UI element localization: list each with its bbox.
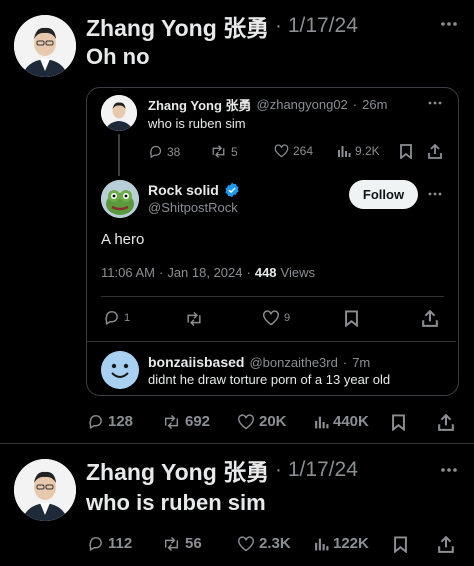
bookmark-icon[interactable] (343, 309, 359, 327)
reply-icon (103, 309, 120, 326)
more-options-icon[interactable] (438, 460, 460, 480)
like-count: 264 (293, 144, 314, 158)
reply-button[interactable]: 128 (87, 413, 133, 430)
reply-count: 38 (167, 144, 181, 159)
reply-count: 112 (108, 535, 133, 552)
heart-icon (237, 413, 255, 430)
post-date[interactable]: 1/17/24 (288, 14, 358, 38)
share-icon[interactable] (437, 535, 455, 553)
post-text: didnt he draw torture porn of a 13 year … (148, 372, 391, 387)
reply-button[interactable]: 38 (148, 144, 180, 159)
repost-icon (210, 144, 227, 159)
views-button[interactable]: 122K (314, 535, 369, 552)
author-name[interactable]: Zhang Yong 张勇 (86, 9, 269, 43)
views-button[interactable]: 9.2K (337, 144, 380, 158)
separator-dot: · (158, 265, 164, 280)
post-time[interactable]: 11:06 AM (101, 265, 155, 280)
avatar[interactable] (101, 95, 137, 131)
like-count: 2.3K (259, 535, 291, 552)
avatar[interactable] (14, 459, 76, 521)
post-text: who is ruben sim (86, 490, 266, 515)
author-handle[interactable]: @bonzaithe3rd (249, 355, 337, 370)
separator-dot: · (352, 96, 358, 112)
reply-icon (148, 144, 163, 159)
views-count: 440K (333, 413, 369, 430)
author-handle[interactable]: @zhangyong02 (257, 97, 348, 112)
heart-icon (237, 535, 255, 552)
separator-dot: · (342, 354, 348, 370)
reply-button[interactable]: 112 (87, 535, 132, 552)
post-time[interactable]: 26m (362, 97, 387, 112)
divider (101, 296, 444, 297)
follow-button[interactable]: Follow (349, 180, 418, 209)
views-bar-icon (337, 144, 351, 158)
share-icon[interactable] (427, 143, 443, 159)
views-count: 9.2K (355, 144, 380, 158)
author-name[interactable]: bonzaiisbased (148, 354, 244, 370)
like-button[interactable]: 9 (262, 310, 290, 326)
bookmark-icon[interactable] (392, 535, 408, 553)
separator-dot: · (246, 265, 251, 280)
like-count: 20K (259, 413, 287, 430)
bookmark-icon[interactable] (398, 143, 414, 159)
author-handle[interactable]: @ShitpostRock (148, 200, 238, 215)
post-text: who is ruben sim (148, 116, 246, 131)
reply-count: 128 (108, 413, 134, 430)
share-icon[interactable] (421, 309, 439, 327)
post-divider (0, 443, 474, 444)
repost-icon[interactable] (183, 310, 205, 327)
verified-badge-icon (224, 182, 240, 198)
views-bar-icon (314, 536, 329, 552)
repost-count: 56 (185, 535, 202, 552)
post-date[interactable]: 1/17/24 (288, 458, 358, 482)
views-count: 122K (333, 535, 369, 552)
repost-button[interactable]: 5 (210, 144, 238, 159)
post-text: A hero (101, 231, 145, 248)
repost-button[interactable]: 692 (162, 413, 210, 430)
like-button[interactable]: 264 (274, 144, 313, 158)
more-options-icon[interactable] (438, 14, 460, 34)
avatar[interactable] (101, 351, 139, 389)
repost-count: 5 (231, 144, 238, 159)
views-label: Views (280, 265, 315, 280)
reply-icon (87, 535, 104, 552)
author-name[interactable]: Zhang Yong 张勇 (148, 95, 252, 114)
more-options-icon[interactable] (426, 97, 444, 109)
post-time[interactable]: 7m (352, 355, 370, 370)
separator-dot: · (275, 14, 282, 37)
views-count: 448 (254, 265, 277, 280)
repost-button[interactable]: 56 (162, 535, 202, 552)
avatar[interactable] (101, 180, 139, 218)
post-date[interactable]: Jan 18, 2024 (167, 265, 242, 280)
post-text: Oh no (86, 44, 150, 69)
heart-icon (262, 310, 280, 326)
thread-line (118, 134, 120, 176)
share-icon[interactable] (437, 413, 455, 431)
repost-count: 692 (185, 413, 211, 430)
like-count: 9 (284, 312, 291, 324)
repost-icon (162, 536, 181, 552)
avatar[interactable] (14, 15, 76, 77)
like-button[interactable]: 20K (237, 413, 287, 430)
repost-icon (162, 414, 181, 430)
reply-icon (87, 413, 104, 430)
reply-button[interactable]: 1 (103, 309, 130, 326)
divider (87, 341, 456, 342)
author-name[interactable]: Rock solid (148, 182, 219, 198)
reply-count: 1 (124, 311, 131, 324)
author-name[interactable]: Zhang Yong 张勇 (86, 453, 269, 487)
heart-icon (274, 144, 289, 158)
views-bar-icon (314, 414, 329, 430)
views-button[interactable]: 440K (314, 413, 369, 430)
like-button[interactable]: 2.3K (237, 535, 291, 552)
more-options-icon[interactable] (426, 188, 444, 200)
bookmark-icon[interactable] (390, 413, 406, 431)
separator-dot: · (275, 458, 282, 481)
